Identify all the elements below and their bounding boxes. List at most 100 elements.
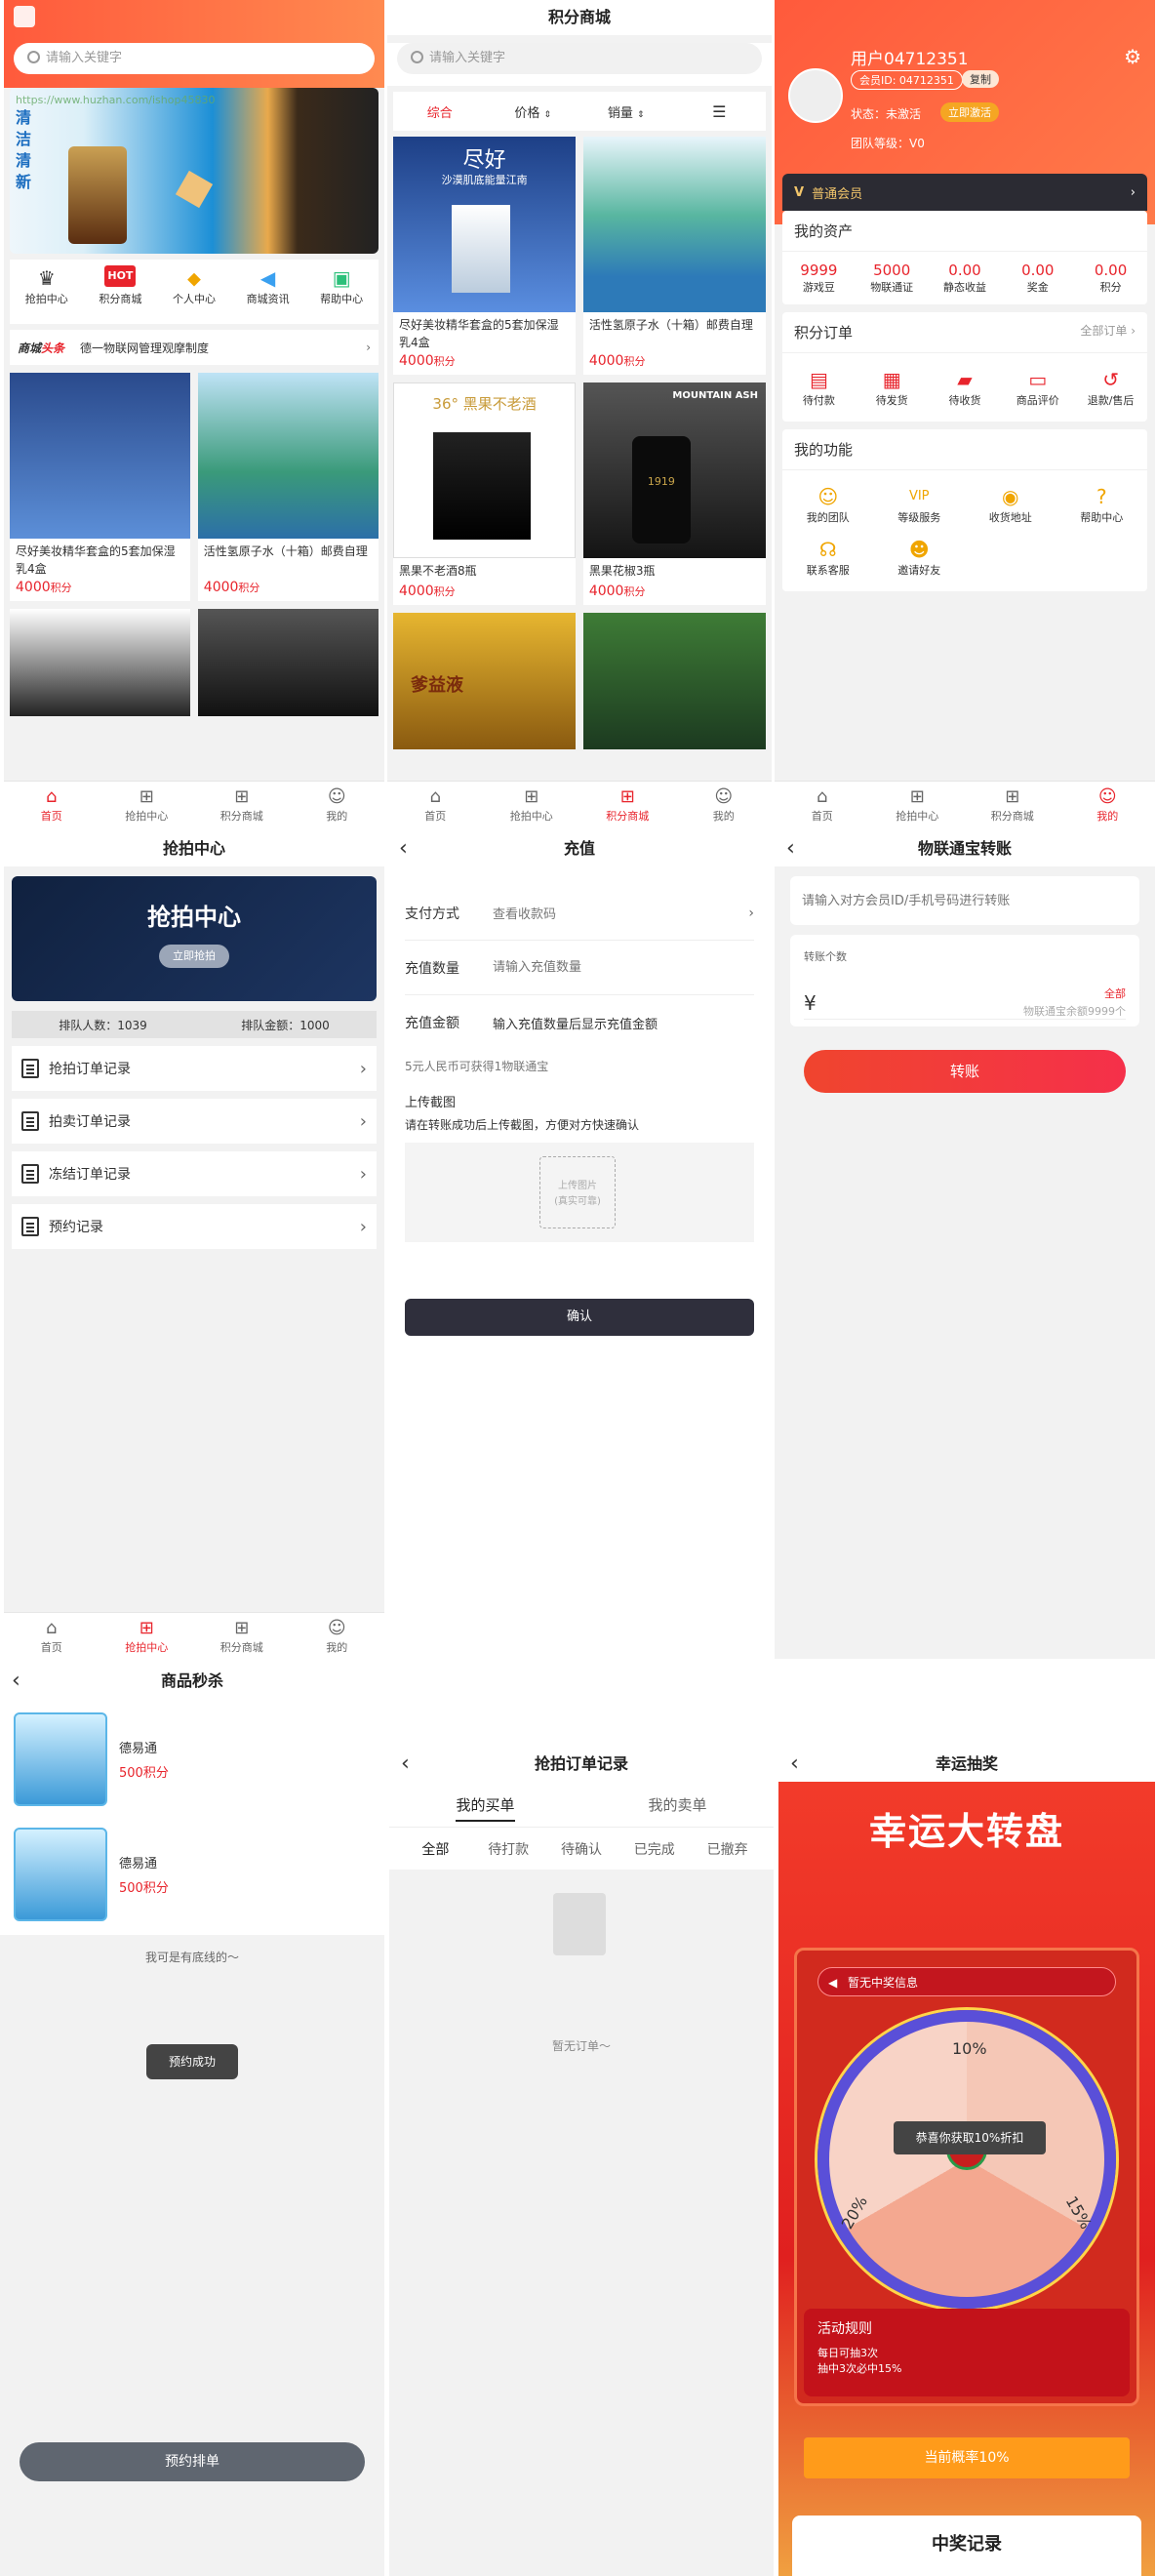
- confirm-button[interactable]: 确认: [405, 1299, 754, 1336]
- product-card[interactable]: 36° 黑果不老酒 黑果不老酒8瓶 4000积分: [393, 382, 577, 605]
- tab-me[interactable]: ☺ 我的: [290, 1613, 385, 1659]
- tab-mall[interactable]: ⊞ 积分商城: [194, 1613, 290, 1659]
- function-address[interactable]: ◉ 收货地址: [965, 478, 1056, 531]
- transfer-amount-input[interactable]: [829, 991, 1024, 1010]
- tab-home[interactable]: ⌂ 首页: [4, 1613, 100, 1659]
- back-arrow-icon[interactable]: ‹: [790, 1747, 799, 1782]
- asset-item[interactable]: 5000 物联通证: [856, 262, 929, 295]
- frozen-order-records[interactable]: 冻结订单记录 ›: [12, 1151, 377, 1196]
- home-search-input[interactable]: 请输入关键字: [14, 43, 375, 74]
- vip-icon: VIP: [908, 489, 930, 503]
- activate-button[interactable]: 立即激活: [940, 102, 999, 122]
- all-button[interactable]: 全部: [1104, 986, 1126, 1001]
- upload-image-button[interactable]: 上传图片 (真实可靠): [539, 1156, 616, 1228]
- copy-button[interactable]: 复制: [962, 70, 999, 88]
- product-card[interactable]: MOUNTAIN ASH 1919 黑果花椒3瓶 4000积分: [582, 382, 766, 605]
- grab-now-button[interactable]: 立即抢拍: [159, 945, 229, 968]
- asset-value: 0.00: [948, 262, 981, 279]
- status-tab-pending-confirm[interactable]: 待确认: [545, 1839, 618, 1859]
- back-arrow-icon[interactable]: ‹: [786, 831, 795, 866]
- functions-grid: ☺ 我的团队 VIP 等级服务 ◉ 收货地址 ? 帮助中心 ☊ 联系客服 ☻ 邀请好友: [782, 470, 1147, 591]
- category-profile[interactable]: ⬥ 个人中心: [157, 260, 231, 324]
- asset-item[interactable]: 0.00 静态收益: [929, 262, 1002, 295]
- order-pending-receive[interactable]: ▰ 待收货: [929, 361, 1002, 414]
- tab-mall[interactable]: ⊞ 积分商城: [194, 782, 290, 827]
- function-help[interactable]: ? 帮助中心: [1056, 478, 1148, 531]
- settings-gear-icon[interactable]: ⚙: [1124, 45, 1141, 68]
- payment-method-row[interactable]: 支付方式 查看收款码 ›: [405, 886, 754, 941]
- recipient-input[interactable]: [802, 893, 1128, 908]
- recharge-quantity-input[interactable]: [493, 960, 754, 975]
- mall-search-input[interactable]: 请输入关键字: [397, 43, 762, 74]
- filter-price[interactable]: 价格 ⇕: [487, 102, 580, 121]
- order-review[interactable]: ▭ 商品评价: [1001, 361, 1074, 414]
- category-grab[interactable]: ♛ 抢拍中心: [10, 260, 84, 324]
- category-label: 商城资讯: [246, 293, 290, 305]
- tab-home[interactable]: ⌂ 首页: [387, 782, 484, 827]
- tab-grab[interactable]: ⊞ 抢拍中心: [100, 782, 195, 827]
- segment-sell[interactable]: 我的卖单: [581, 1794, 774, 1815]
- transfer-button[interactable]: 转账: [804, 1050, 1126, 1093]
- back-arrow-icon[interactable]: ‹: [401, 1747, 410, 1782]
- status-tab-completed[interactable]: 已完成: [618, 1839, 691, 1859]
- tab-home[interactable]: ⌂ 首页: [4, 782, 100, 827]
- asset-item[interactable]: 9999 游戏豆: [782, 262, 856, 295]
- tab-home[interactable]: ⌂ 首页: [775, 782, 870, 827]
- function-service[interactable]: ☊ 联系客服: [782, 531, 874, 584]
- product-card[interactable]: 活性氢原子水（十箱）邮费自理 4000积分: [582, 137, 766, 375]
- grab-order-records[interactable]: 抢拍订单记录 ›: [12, 1046, 377, 1091]
- tab-me[interactable]: ☺ 我的: [290, 782, 385, 827]
- order-pending-ship[interactable]: ▦ 待发货: [856, 361, 929, 414]
- status-tab-all[interactable]: 全部: [399, 1839, 472, 1859]
- reservation-records[interactable]: 预约记录 ›: [12, 1204, 377, 1249]
- product-card[interactable]: [197, 609, 379, 716]
- seckill-item[interactable]: 德易通 500积分: [0, 1814, 384, 1935]
- tab-mall[interactable]: ⊞ 积分商城: [965, 782, 1060, 827]
- reserve-button[interactable]: 预约排单: [20, 2442, 365, 2481]
- prize-wheel[interactable]: 10% 15% 20%: [817, 2010, 1116, 2309]
- product-card[interactable]: 尽好 沙漠肌底能量江南 尽好美妆精华套盒的5套加保湿乳4盒 4000积分: [393, 137, 577, 375]
- status-tab-pending-pay[interactable]: 待打款: [472, 1839, 545, 1859]
- category-mall[interactable]: HOT 积分商城: [84, 260, 158, 324]
- asset-label: 游戏豆: [802, 281, 835, 294]
- list-view-icon[interactable]: ☰: [673, 102, 767, 121]
- filter-overall[interactable]: 综合: [393, 102, 487, 121]
- category-news[interactable]: ◀ 商城资讯: [231, 260, 305, 324]
- segment-buy[interactable]: 我的买单: [389, 1794, 581, 1822]
- news-ticker[interactable]: 商城 头条 德一物联网管理观摩制度 ›: [10, 330, 379, 365]
- order-pending-pay[interactable]: ▤ 待付款: [782, 361, 856, 414]
- chevron-right-icon: ›: [359, 1058, 367, 1079]
- product-card[interactable]: [10, 609, 191, 716]
- back-arrow-icon[interactable]: ‹: [399, 831, 408, 866]
- probability-button[interactable]: 当前概率10%: [804, 2437, 1130, 2478]
- product-card[interactable]: 爹益液: [393, 613, 577, 749]
- tab-grab[interactable]: ⊞ 抢拍中心: [484, 782, 580, 827]
- tab-mall[interactable]: ⊞ 积分商城: [579, 782, 676, 827]
- function-invite[interactable]: ☻ 邀请好友: [874, 531, 966, 584]
- filter-sales[interactable]: 销量 ⇕: [579, 102, 673, 121]
- tab-me[interactable]: ☺ 我的: [1060, 782, 1156, 827]
- tab-grab[interactable]: ⊞ 抢拍中心: [870, 782, 966, 827]
- all-orders-link[interactable]: 全部订单 ›: [1080, 322, 1136, 342]
- queue-amount: 排队金额：1000: [241, 1018, 330, 1032]
- auction-order-records[interactable]: 拍卖订单记录 ›: [12, 1099, 377, 1144]
- asset-item[interactable]: 0.00 奖金: [1001, 262, 1074, 295]
- category-help[interactable]: ▣ 帮助中心: [304, 260, 379, 324]
- back-arrow-icon[interactable]: ‹: [12, 1664, 20, 1699]
- status-tab-abandoned[interactable]: 已撤弃: [691, 1839, 764, 1859]
- seckill-item[interactable]: 德易通 500积分: [0, 1699, 384, 1814]
- product-card[interactable]: 尽好美妆精华套盒的5套加保湿乳4盒 4000积分: [10, 373, 191, 601]
- product-card[interactable]: [582, 613, 766, 749]
- tab-grab[interactable]: ⊞ 抢拍中心: [100, 1613, 195, 1659]
- tab-me[interactable]: ☺ 我的: [676, 782, 773, 827]
- function-team[interactable]: ☺ 我的团队: [782, 478, 874, 531]
- home-banner[interactable]: https://www.huzhan.com/ishop45830 清洁清新: [10, 88, 379, 254]
- order-refund[interactable]: ↺ 退款/售后: [1074, 361, 1147, 414]
- search-placeholder: 请输入关键字: [46, 51, 123, 65]
- function-level[interactable]: VIP 等级服务: [874, 478, 966, 531]
- avatar[interactable]: [788, 68, 843, 123]
- asset-item[interactable]: 0.00 积分: [1074, 262, 1147, 295]
- product-card[interactable]: 活性氢原子水（十箱）邮费自理 4000积分: [197, 373, 379, 601]
- functions-card: 我的功能 ☺ 我的团队 VIP 等级服务 ◉ 收货地址 ? 帮助中心 ☊ 联系客服 ☻ 邀请…: [782, 429, 1147, 591]
- vip-bar[interactable]: V 普通会员 ›: [782, 174, 1147, 211]
